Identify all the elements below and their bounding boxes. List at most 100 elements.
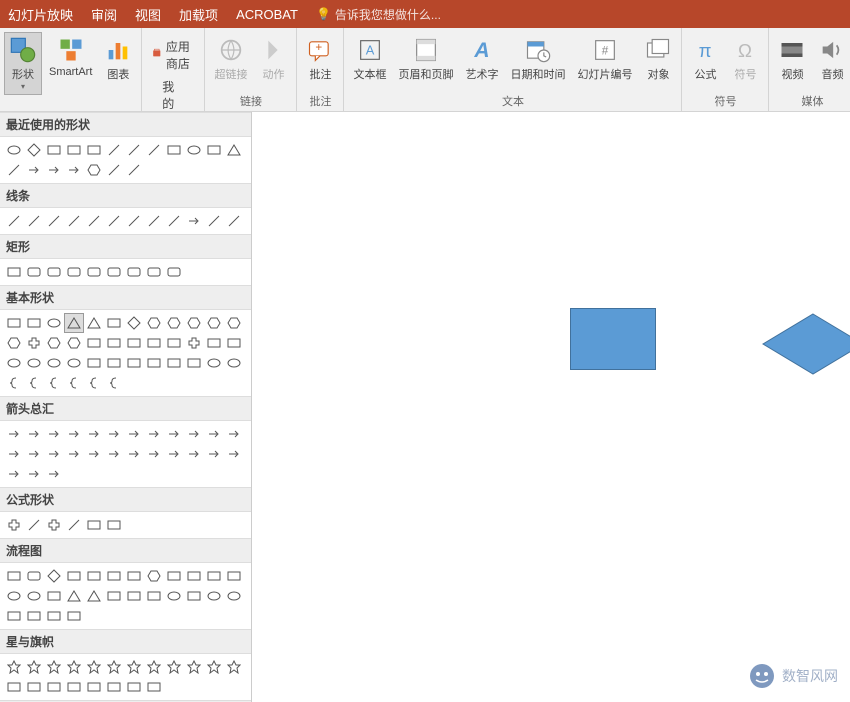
shape-thumb-rect[interactable] <box>164 140 184 160</box>
shape-thumb-line[interactable] <box>44 211 64 231</box>
shape-thumb-oval[interactable] <box>204 353 224 373</box>
shape-thumb-roundrect[interactable] <box>144 262 164 282</box>
shape-thumb-arrow[interactable] <box>4 424 24 444</box>
shape-thumb-line[interactable] <box>144 140 164 160</box>
shape-thumb-line[interactable] <box>144 211 164 231</box>
datetime-button[interactable]: 日期和时间 <box>505 32 570 86</box>
shape-thumb-brace[interactable] <box>24 373 44 393</box>
tab-review[interactable]: 审阅 <box>91 5 117 24</box>
shape-thumb-star[interactable] <box>4 657 24 677</box>
hyperlink-button[interactable]: 超链接 <box>209 32 252 86</box>
shape-thumb-arrow[interactable] <box>24 160 44 180</box>
object-button[interactable]: 对象 <box>639 32 677 86</box>
shape-thumb-triangle[interactable] <box>84 313 104 333</box>
shape-thumb-rect[interactable] <box>64 566 84 586</box>
shape-thumb-arrow[interactable] <box>184 211 204 231</box>
shape-thumb-rect[interactable] <box>224 333 244 353</box>
shape-thumb-rect[interactable] <box>24 313 44 333</box>
shape-thumb-arrow[interactable] <box>144 444 164 464</box>
shape-thumb-oval[interactable] <box>44 313 64 333</box>
shape-thumb-plus[interactable] <box>44 515 64 535</box>
shape-thumb-rect[interactable] <box>144 586 164 606</box>
shape-thumb-hex[interactable] <box>204 313 224 333</box>
tab-slideshow[interactable]: 幻灯片放映 <box>8 5 73 24</box>
shape-thumb-triangle[interactable] <box>64 586 84 606</box>
shape-diamond[interactable] <box>761 312 850 376</box>
shape-thumb-star[interactable] <box>164 657 184 677</box>
shape-thumb-line[interactable] <box>124 211 144 231</box>
shape-thumb-brace[interactable] <box>64 373 84 393</box>
shape-thumb-arrow[interactable] <box>144 424 164 444</box>
shape-thumb-triangle[interactable] <box>84 586 104 606</box>
tab-acrobat[interactable]: ACROBAT <box>236 7 298 22</box>
shape-thumb-line[interactable] <box>4 160 24 180</box>
shape-thumb-rect[interactable] <box>164 333 184 353</box>
shape-thumb-line[interactable] <box>104 140 124 160</box>
shape-thumb-roundrect[interactable] <box>44 262 64 282</box>
shape-thumb-oval[interactable] <box>224 586 244 606</box>
shape-thumb-oval[interactable] <box>24 353 44 373</box>
shape-thumb-diamond[interactable] <box>124 313 144 333</box>
shape-thumb-rect[interactable] <box>124 586 144 606</box>
tab-view[interactable]: 视图 <box>135 5 161 24</box>
shape-thumb-line[interactable] <box>104 211 124 231</box>
symbol-button[interactable]: Ω 符号 <box>726 32 764 86</box>
shape-thumb-roundrect[interactable] <box>164 262 184 282</box>
shape-thumb-roundrect[interactable] <box>84 262 104 282</box>
shape-rectangle[interactable] <box>570 308 656 370</box>
shape-thumb-arrow[interactable] <box>224 424 244 444</box>
shape-thumb-rect[interactable] <box>204 333 224 353</box>
shape-thumb-hex[interactable] <box>144 313 164 333</box>
headerfooter-button[interactable]: 页眉和页脚 <box>393 32 458 86</box>
shape-thumb-arrow[interactable] <box>44 424 64 444</box>
shape-thumb-rect[interactable] <box>224 566 244 586</box>
shape-thumb-rect[interactable] <box>84 333 104 353</box>
slide-canvas[interactable]: 数智风网 <box>252 112 850 702</box>
tab-addins[interactable]: 加载项 <box>179 5 218 24</box>
shape-thumb-line[interactable] <box>104 160 124 180</box>
shape-thumb-arrow[interactable] <box>84 424 104 444</box>
shape-thumb-line[interactable] <box>84 211 104 231</box>
shape-thumb-star[interactable] <box>184 657 204 677</box>
shape-thumb-rect[interactable] <box>104 566 124 586</box>
shape-thumb-rect[interactable] <box>44 140 64 160</box>
shape-thumb-line[interactable] <box>64 211 84 231</box>
shape-thumb-arrow[interactable] <box>64 424 84 444</box>
shape-thumb-rect[interactable] <box>84 140 104 160</box>
shape-thumb-rect[interactable] <box>24 606 44 626</box>
shape-thumb-rect[interactable] <box>104 333 124 353</box>
equation-button[interactable]: π 公式 <box>686 32 724 86</box>
shape-thumb-star[interactable] <box>224 657 244 677</box>
shape-thumb-rect[interactable] <box>144 333 164 353</box>
shape-thumb-oval[interactable] <box>44 353 64 373</box>
shape-thumb-oval[interactable] <box>184 140 204 160</box>
shape-thumb-rect[interactable] <box>4 313 24 333</box>
shape-thumb-rect[interactable] <box>124 677 144 697</box>
shape-thumb-arrow[interactable] <box>184 424 204 444</box>
shape-thumb-plus[interactable] <box>4 515 24 535</box>
video-button[interactable]: 视频 <box>773 32 811 86</box>
audio-button[interactable]: 音频 <box>813 32 850 86</box>
shape-thumb-hex[interactable] <box>224 313 244 333</box>
shape-thumb-oval[interactable] <box>4 140 24 160</box>
shape-thumb-roundrect[interactable] <box>64 262 84 282</box>
shape-thumb-hex[interactable] <box>164 313 184 333</box>
shape-thumb-arrow[interactable] <box>24 424 44 444</box>
shape-thumb-line[interactable] <box>164 211 184 231</box>
shape-thumb-oval[interactable] <box>204 586 224 606</box>
shape-thumb-arrow[interactable] <box>164 444 184 464</box>
slidenum-button[interactable]: # 幻灯片编号 <box>572 32 637 86</box>
shape-thumb-star[interactable] <box>44 657 64 677</box>
shape-thumb-roundrect[interactable] <box>24 262 44 282</box>
shape-thumb-arrow[interactable] <box>44 464 64 484</box>
shape-thumb-rect[interactable] <box>64 140 84 160</box>
shape-thumb-arrow[interactable] <box>4 464 24 484</box>
shape-thumb-arrow[interactable] <box>4 444 24 464</box>
shape-thumb-brace[interactable] <box>104 373 124 393</box>
shape-thumb-diamond[interactable] <box>44 566 64 586</box>
shape-thumb-line[interactable] <box>224 211 244 231</box>
shape-thumb-triangle[interactable] <box>64 313 84 333</box>
shape-thumb-brace[interactable] <box>44 373 64 393</box>
shape-thumb-rect[interactable] <box>104 313 124 333</box>
shape-thumb-arrow[interactable] <box>104 444 124 464</box>
